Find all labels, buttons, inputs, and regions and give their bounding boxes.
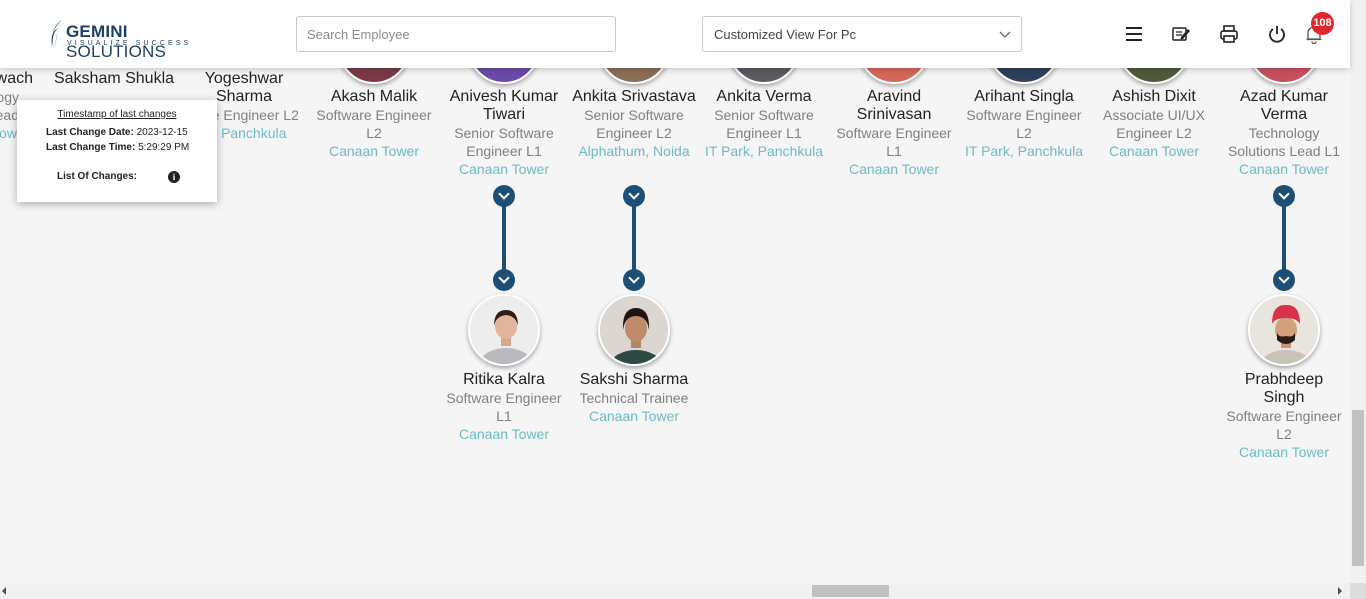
employee-card[interactable]: Ankita Srivastava Senior Software Engine… xyxy=(569,88,699,160)
date-value: 2023-12-15 xyxy=(136,127,188,138)
avatar[interactable] xyxy=(598,294,670,366)
scroll-left-arrow-icon[interactable] xyxy=(2,587,6,595)
expand-chevron-icon[interactable] xyxy=(623,269,645,291)
expand-chevron-icon[interactable] xyxy=(493,269,515,291)
employee-designation: Associate UI/UX Engineer L2 xyxy=(1103,107,1205,141)
time-value: 5:29:29 PM xyxy=(138,142,190,153)
collapse-chevron-icon[interactable] xyxy=(493,185,515,207)
employee-card[interactable]: Sakshi Sharma Technical Trainee Canaan T… xyxy=(569,371,699,425)
last-change-date: Last Change Date: 2023-12-15 xyxy=(46,127,188,138)
collapse-chevron-icon[interactable] xyxy=(623,185,645,207)
employee-name: Prabhdeep Singh xyxy=(1244,371,1324,406)
list-of-changes: List Of Changes: xyxy=(57,171,137,182)
company-logo[interactable]: GEMINI SOLUTIONS VISUALIZE SUCCESS xyxy=(46,16,221,61)
employee-designation: Technical Trainee xyxy=(579,390,689,406)
employee-location[interactable]: Canaan Tower xyxy=(309,142,439,160)
employee-designation: Senior Software Engineer L1 xyxy=(714,107,814,141)
employee-location[interactable]: Canaan Tower xyxy=(439,425,569,443)
employee-name: Ankita Srivastava xyxy=(572,88,696,105)
person-photo-icon xyxy=(1250,296,1318,364)
date-label: Last Change Date: xyxy=(46,127,134,138)
employee-location[interactable]: IT Park, Panchkula xyxy=(699,142,829,160)
employee-name: Anivesh Kumar Tiwari xyxy=(449,88,559,123)
employee-name: Arihant Singla xyxy=(974,88,1074,105)
last-change-time: Last Change Time: 5:29:29 PM xyxy=(46,142,189,153)
horizontal-scrollbar[interactable] xyxy=(0,583,1350,599)
employee-card[interactable]: Anivesh Kumar Tiwari Senior Software Eng… xyxy=(439,88,569,178)
scrollbar-corner xyxy=(1350,583,1366,599)
employee-designation: Senior Software Engineer L2 xyxy=(584,107,684,141)
employee-location[interactable]: Canaan Tower xyxy=(439,160,569,178)
avatar[interactable] xyxy=(468,294,540,366)
employee-name: Ashish Dixit xyxy=(1112,88,1196,105)
employee-card[interactable]: Prabhdeep Singh Software Engineer L2 Can… xyxy=(1219,371,1349,461)
employee-name: Azad Kumar Verma xyxy=(1239,88,1329,123)
employee-card[interactable]: Saksham Shukla xyxy=(49,70,179,88)
employee-card[interactable]: Ankita Verma Senior Software Engineer L1… xyxy=(699,88,829,160)
chevron-down-icon xyxy=(999,31,1011,38)
employee-designation: Senior Software Engineer L1 xyxy=(454,125,554,159)
org-chart-canvas[interactable]: wach ogy ead ow Saksham Shukla Yogeshwar… xyxy=(0,0,1350,583)
connector-line xyxy=(1282,200,1286,276)
employee-card[interactable]: Azad Kumar Verma Technology Solutions Le… xyxy=(1219,88,1349,178)
employee-designation: Software Engineer L1 xyxy=(836,125,952,159)
horizontal-scrollbar-thumb[interactable] xyxy=(812,585,889,597)
expand-chevron-icon[interactable] xyxy=(1273,269,1295,291)
search-employee-input[interactable] xyxy=(296,16,616,52)
connector-line xyxy=(632,200,636,276)
vertical-scrollbar-thumb[interactable] xyxy=(1352,410,1364,566)
person-photo-icon xyxy=(600,296,668,364)
employee-location[interactable]: Canaan Tower xyxy=(1089,142,1219,160)
employee-designation: Software Engineer L2 xyxy=(966,107,1082,141)
person-photo-icon xyxy=(470,296,538,364)
time-label: Last Change Time: xyxy=(46,142,136,153)
scroll-right-arrow-icon[interactable] xyxy=(1338,587,1342,595)
employee-card[interactable]: Akash Malik Software Engineer L2 Canaan … xyxy=(309,88,439,160)
employee-card[interactable]: Ritika Kalra Software Engineer L1 Canaan… xyxy=(439,371,569,443)
employee-name: Akash Malik xyxy=(330,88,418,105)
employee-location[interactable]: Canaan Tower xyxy=(829,160,959,178)
view-select[interactable]: Customized View For Pc xyxy=(702,16,1022,52)
employee-location[interactable]: Canaan Tower xyxy=(1219,160,1349,178)
notification-badge[interactable]: 108 xyxy=(1311,12,1334,35)
changes-label: List Of Changes: xyxy=(57,171,138,182)
connector-line xyxy=(502,200,506,276)
employee-designation: Technology Solutions Lead L1 xyxy=(1227,125,1341,159)
employee-location[interactable]: Alphathum, Noida xyxy=(569,142,699,160)
avatar[interactable] xyxy=(1248,294,1320,366)
popup-title: Timestamp of last changes xyxy=(57,109,177,120)
logo-tagline: VISUALIZE SUCCESS xyxy=(67,40,192,47)
timestamp-popup: Timestamp of last changes Last Change Da… xyxy=(17,100,217,202)
employee-designation: Software Engineer L2 xyxy=(316,107,432,141)
collapse-chevron-icon[interactable] xyxy=(1273,185,1295,207)
employee-card[interactable]: Ashish Dixit Associate UI/UX Engineer L2… xyxy=(1089,88,1219,160)
employee-location[interactable]: IT Park, Panchkula xyxy=(959,142,1089,160)
employee-name: Aravind Srinivasan xyxy=(856,88,932,123)
employee-card[interactable]: Aravind Srinivasan Software Engineer L1 … xyxy=(829,88,959,178)
logo-name-bold: GEMINI xyxy=(66,22,128,41)
employee-designation: Software Engineer L1 xyxy=(446,390,562,424)
employee-card[interactable]: Arihant Singla Software Engineer L2 IT P… xyxy=(959,88,1089,160)
employee-name: Saksham Shukla xyxy=(53,70,175,87)
employee-name: Sakshi Sharma xyxy=(579,371,689,388)
logo-leaf-icon xyxy=(51,20,65,48)
view-select-value: Customized View For Pc xyxy=(714,27,857,42)
employee-location[interactable]: Canaan Tower xyxy=(1219,443,1349,461)
menu-icon[interactable] xyxy=(1124,24,1144,44)
info-icon[interactable]: i xyxy=(168,171,180,183)
print-icon[interactable] xyxy=(1219,24,1239,44)
top-header: GEMINI SOLUTIONS VISUALIZE SUCCESS Custo… xyxy=(0,0,1350,68)
employee-designation: Software Engineer L2 xyxy=(1226,408,1342,442)
employee-location[interactable]: Canaan Tower xyxy=(569,407,699,425)
power-icon[interactable] xyxy=(1267,24,1287,44)
edit-note-icon[interactable] xyxy=(1171,24,1191,44)
employee-name: Ankita Verma xyxy=(716,88,812,105)
employee-name: Ritika Kalra xyxy=(463,371,545,388)
